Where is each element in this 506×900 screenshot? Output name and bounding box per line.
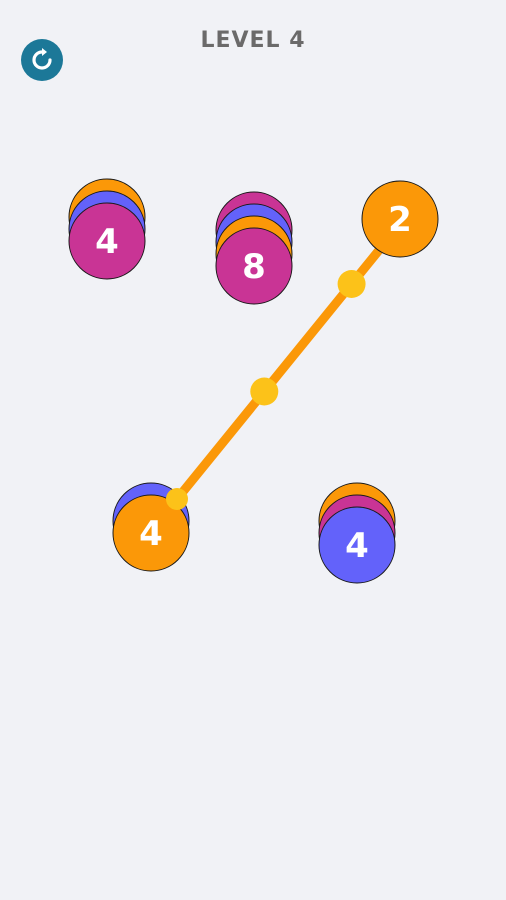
chip-stack[interactable]: 4 <box>68 178 146 280</box>
chip-value-label: 2 <box>388 200 412 240</box>
game-board: 4 8 2 4 4 <box>68 178 439 584</box>
connector-node <box>166 488 188 510</box>
chip-value-label: 4 <box>95 222 119 262</box>
chip-stack[interactable]: 4 <box>318 482 396 584</box>
chip-stack[interactable]: 8 <box>215 191 293 305</box>
chip-stack[interactable]: 2 <box>361 180 439 258</box>
chip-value-label: 4 <box>345 526 369 566</box>
chip-value-label: 8 <box>242 247 266 287</box>
chip-value-label: 4 <box>139 514 163 554</box>
connector-node <box>250 377 279 406</box>
connector-node <box>337 270 366 298</box>
